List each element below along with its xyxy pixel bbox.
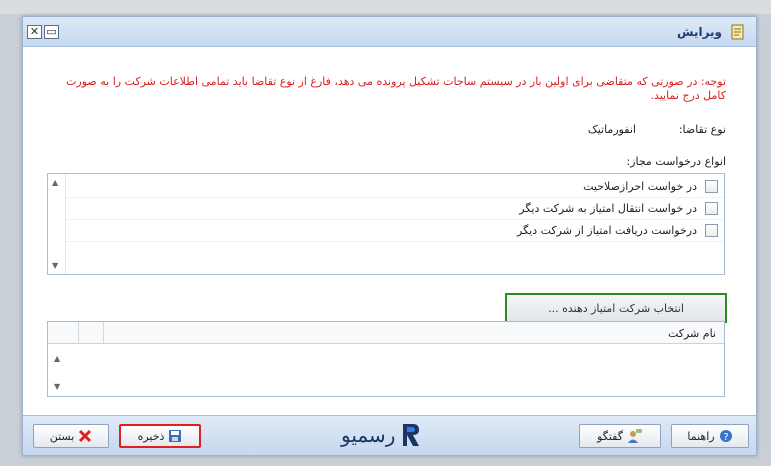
scroll-down-icon[interactable]: ▼: [54, 382, 60, 391]
dialog-footer: بستن ذخیره رسمیو گفتگو ? راهنما: [23, 415, 756, 455]
chat-button-label: گفتگو: [597, 429, 623, 443]
allowed-requests-list[interactable]: ▲ ▼ در خواست احرازصلاحیت در خواست انتقال…: [47, 173, 725, 275]
maximize-icon: ▭: [46, 25, 57, 38]
help-icon: ?: [719, 430, 732, 443]
company-grid[interactable]: نام شرکت ▲ ▼: [47, 321, 725, 397]
request-type-label: نوع تقاضا:: [678, 123, 726, 136]
chat-user-icon: [627, 429, 642, 443]
list-item[interactable]: در خواست احرازصلاحیت: [66, 176, 724, 198]
dialog-titlebar[interactable]: ✕ ▭ ویرایش: [23, 17, 756, 47]
request-checkbox[interactable]: [705, 180, 718, 193]
close-button[interactable]: بستن: [33, 424, 109, 448]
scroll-up-icon[interactable]: ▲: [52, 178, 58, 187]
close-icon: ✕: [29, 25, 40, 38]
request-item-label: در خواست انتقال امتیاز به شرکت دیگر: [519, 202, 697, 215]
list-item[interactable]: در خواست انتقال امتیاز به شرکت دیگر: [66, 198, 724, 220]
help-button-label: راهنما: [687, 429, 715, 443]
request-checkbox[interactable]: [705, 202, 718, 215]
grid-header: نام شرکت: [48, 322, 724, 344]
edit-dialog: ✕ ▭ ویرایش توجه: در صورتی که متقاضی برای…: [22, 16, 757, 456]
close-button-label: بستن: [49, 429, 75, 443]
close-x-icon: [79, 429, 92, 443]
grid-column-company-name[interactable]: نام شرکت: [668, 327, 716, 340]
scroll-up-icon[interactable]: ▲: [54, 354, 60, 363]
grid-column-divider: [103, 322, 104, 344]
floppy-disk-icon: [169, 430, 182, 442]
allowed-requests-label: انواع درخواست مجاز:: [626, 155, 726, 168]
select-company-label: انتخاب شرکت امتیاز دهنده ...: [548, 301, 684, 315]
background-strip: [0, 0, 771, 14]
brand-name: رسمیو: [341, 423, 396, 447]
request-item-label: در خواست احرازصلاحیت: [583, 180, 697, 193]
chat-button[interactable]: گفتگو: [579, 424, 661, 448]
grid-column-divider: [78, 322, 79, 344]
close-window-button[interactable]: ✕: [27, 25, 42, 39]
brand-mark-icon: [403, 424, 420, 446]
maximize-window-button[interactable]: ▭: [44, 25, 59, 39]
edit-document-icon: [731, 24, 744, 40]
request-checkbox[interactable]: [705, 224, 718, 237]
notice-text: توجه: در صورتی که متقاضی برای اولین بار …: [66, 75, 726, 102]
select-granting-company-button[interactable]: انتخاب شرکت امتیاز دهنده ...: [505, 293, 727, 323]
save-button-label: ذخیره: [137, 429, 165, 443]
dialog-title: ویرایش: [676, 25, 722, 39]
svg-text:?: ?: [723, 432, 728, 443]
help-button[interactable]: ? راهنما: [671, 424, 749, 448]
window-controls: ✕ ▭: [27, 25, 59, 39]
brand-logo: رسمیو: [341, 422, 421, 448]
save-button[interactable]: ذخیره: [119, 424, 201, 448]
request-item-label: درخواست دریافت امتیاز از شرکت دیگر: [517, 224, 697, 237]
scroll-down-icon[interactable]: ▼: [52, 261, 58, 270]
list-item[interactable]: درخواست دریافت امتیاز از شرکت دیگر: [66, 220, 724, 242]
list-scrollbar[interactable]: ▲ ▼: [48, 174, 66, 274]
request-type-value: انفورماتیک: [587, 123, 636, 136]
